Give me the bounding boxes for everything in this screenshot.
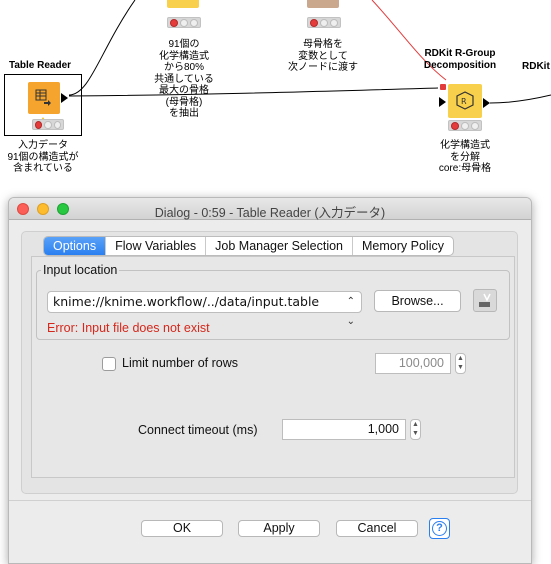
node-desc-rgroup: 化学構造式 を分解 core:母骨格 (438, 140, 492, 174)
node-desc-table-reader: 入力データ 91個の構造式が 含まれている (7, 140, 79, 174)
limit-rows-label: Limit number of rows (122, 356, 239, 370)
node-status-core-variable (307, 17, 341, 28)
node-status-extract-core (167, 17, 201, 28)
tab-options[interactable]: Options (44, 237, 107, 255)
flow-variable-button[interactable] (473, 289, 497, 312)
ok-button[interactable]: OK (141, 520, 223, 537)
node-title-rgroup: RDKit R-Group Decomposition (423, 48, 497, 71)
tab-job-manager-selection[interactable]: Job Manager Selection (206, 237, 354, 255)
flow-variable-icon (479, 293, 491, 307)
limit-rows-checkbox[interactable] (102, 357, 116, 371)
node-status-table-reader (32, 119, 64, 130)
dialog-title: Dialog - 0:59 - Table Reader (入力データ) (154, 206, 386, 220)
limit-rows-input[interactable]: 100,000 (375, 353, 451, 374)
apply-button[interactable]: Apply (238, 520, 320, 537)
connect-timeout-input[interactable]: 1,000 (282, 419, 406, 440)
node-core-variable[interactable] (307, 0, 339, 8)
table-reader-icon (28, 82, 60, 114)
workflow-canvas[interactable]: Table Reader ! 入力データ 91個の構造式が 含まれている 91個… (0, 0, 551, 200)
error-message: Error: Input file does not exist (47, 321, 210, 335)
node-desc-core-variable: 母骨格を 変数として 次ノードに渡す (288, 39, 358, 73)
input-path-combobox[interactable]: knime://knime.workflow/../data/input.tab… (47, 291, 362, 327)
help-icon: ? (432, 521, 447, 536)
node-status-rgroup (448, 120, 482, 131)
node-desc-extract-core: 91個の 化学構造式 から80% 共通している 最大の骨格 (母骨格) を抽出 (154, 39, 214, 119)
input-port-icon[interactable] (440, 84, 446, 90)
browse-button[interactable]: Browse... (374, 290, 461, 312)
input-port-icon[interactable] (439, 97, 446, 107)
dialog-titlebar[interactable]: Dialog - 0:59 - Table Reader (入力データ) (9, 198, 531, 220)
molecule-icon: R (456, 91, 474, 110)
node-title-table-reader: Table Reader (8, 60, 72, 71)
tab-flow-variables[interactable]: Flow Variables (106, 237, 207, 255)
svg-text:R: R (461, 97, 467, 106)
node-table-reader[interactable]: ! (4, 74, 82, 136)
limit-rows-spinner[interactable]: ▲ ▼ (455, 353, 466, 374)
connect-timeout-spinner[interactable]: ▲ ▼ (410, 419, 421, 440)
tab-memory-policy[interactable]: Memory Policy (353, 237, 453, 255)
input-location-legend: Input location (43, 263, 118, 277)
button-bar-divider (9, 500, 531, 501)
options-content: Input location knime://knime.workflow/..… (31, 256, 515, 478)
output-port-icon[interactable] (61, 93, 68, 103)
tab-bar: Options Flow Variables Job Manager Selec… (43, 236, 454, 256)
input-location-group: Input location knime://knime.workflow/..… (36, 263, 510, 340)
connect-timeout-label: Connect timeout (ms) (138, 423, 258, 437)
help-button[interactable]: ? (429, 518, 450, 539)
input-path-value: knime://knime.workflow/../data/input.tab… (53, 294, 320, 309)
node-extract-core[interactable] (167, 0, 199, 8)
cancel-button[interactable]: Cancel (336, 520, 418, 537)
table-reader-dialog: Dialog - 0:59 - Table Reader (入力データ) Opt… (8, 197, 532, 564)
node-rgroup-decomposition[interactable]: R (448, 84, 482, 118)
combobox-arrows-icon: ⌃ ⌄ (346, 296, 355, 327)
output-port-icon[interactable] (483, 98, 490, 108)
node-title-partial: RDKit (522, 61, 550, 72)
